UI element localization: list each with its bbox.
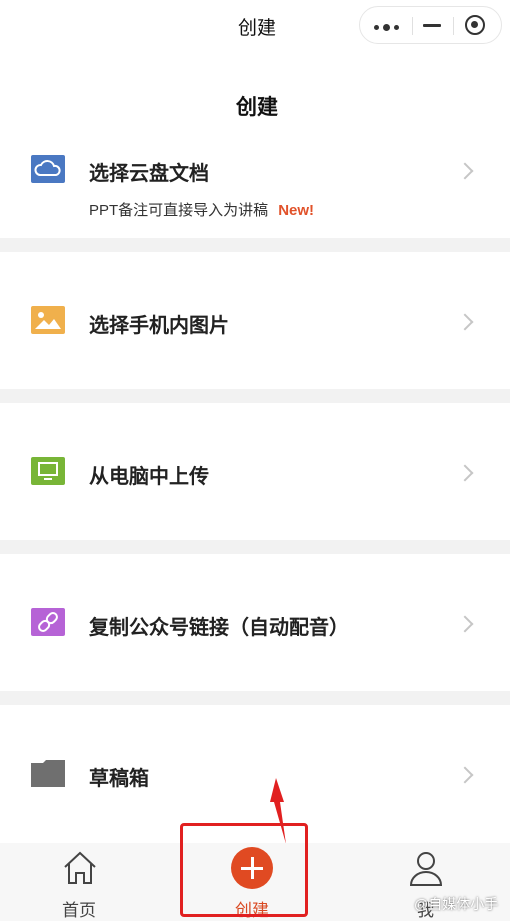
chevron-right-icon (456, 313, 474, 331)
top-bar: 创建 (0, 0, 514, 50)
user-icon (409, 852, 443, 886)
folder-icon (31, 759, 65, 787)
section-divider (0, 540, 510, 554)
section-divider (0, 691, 510, 705)
right-edge (510, 0, 514, 921)
menu-item-label: 草稿箱 (89, 768, 149, 790)
cloud-icon (31, 155, 65, 183)
chevron-right-icon (456, 615, 474, 633)
more-dots-icon[interactable] (374, 24, 404, 31)
tab-label: 首页 (62, 901, 96, 920)
chevron-right-icon (456, 162, 474, 180)
annotation-highlight-box (180, 823, 308, 917)
menu-item-label: 复制公众号链接（自动配音） (89, 617, 349, 639)
menu-item-phone-images[interactable]: 选择手机内图片 (0, 252, 510, 389)
page-title: 创建 (236, 96, 278, 119)
target-icon[interactable] (465, 15, 485, 35)
chevron-right-icon (456, 464, 474, 482)
menu-item-wechat-link[interactable]: 复制公众号链接（自动配音） (0, 554, 510, 691)
menu-item-label: 选择手机内图片 (89, 315, 229, 337)
menu-item-label: 从电脑中上传 (89, 466, 209, 488)
tab-home[interactable]: 首页 (40, 843, 120, 921)
section-divider (0, 238, 510, 252)
watermark-text: @自媒体小手 (414, 896, 499, 912)
monitor-icon (31, 457, 65, 485)
link-icon (31, 608, 65, 636)
capsule-divider (453, 17, 454, 35)
menu-item-upload-pc[interactable]: 从电脑中上传 (0, 403, 510, 540)
menu-item-label: 选择云盘文档 (89, 163, 209, 185)
minimize-icon[interactable] (423, 24, 441, 27)
image-icon (31, 306, 65, 334)
new-badge: New! (278, 202, 315, 219)
chevron-right-icon (456, 766, 474, 784)
menu-item-subtitle: PPT备注可直接导入为讲稿 New! (89, 202, 315, 219)
section-divider (0, 389, 510, 403)
capsule-divider (412, 17, 413, 35)
home-icon (64, 851, 96, 884)
mini-program-capsule (359, 6, 502, 44)
menu-item-cloud-docs[interactable]: 选择云盘文档 (0, 130, 510, 238)
